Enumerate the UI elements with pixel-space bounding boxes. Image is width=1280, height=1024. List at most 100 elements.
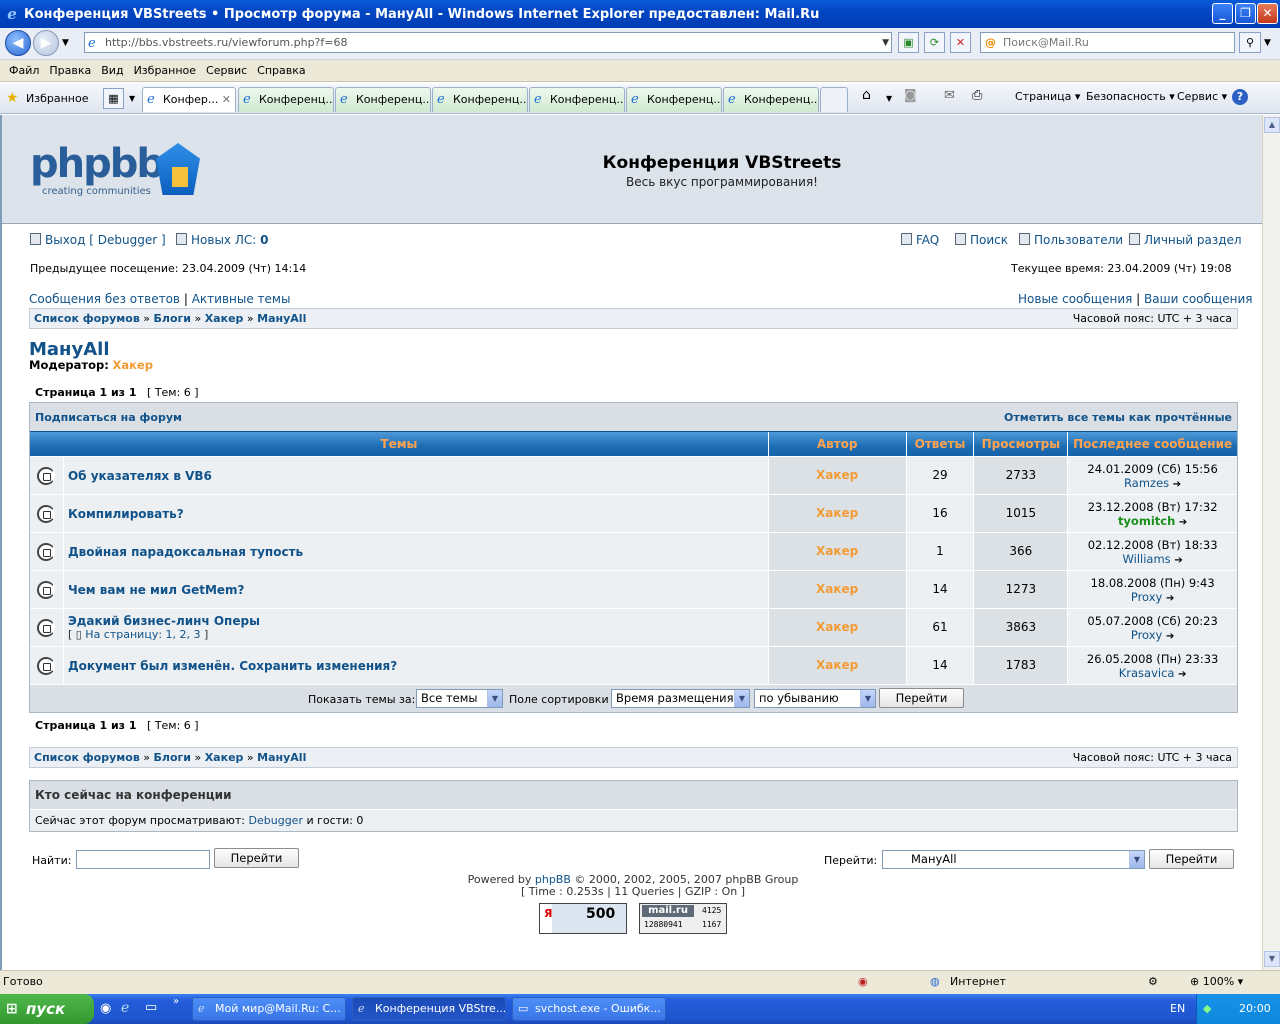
tools-menu[interactable]: Сервис ▾ — [1177, 90, 1227, 103]
last-post-user[interactable]: Williams — [1123, 552, 1171, 566]
topic-title-link[interactable]: Компилировать? — [68, 507, 768, 521]
your-posts-link[interactable]: Ваши сообщения — [1144, 292, 1252, 306]
mailru-counter[interactable]: mail.ru 4125 12880941 1167 — [639, 903, 727, 934]
last-post-user[interactable]: tyomitch — [1118, 514, 1175, 528]
task-forum[interactable]: e Конференция VBStre... — [352, 997, 506, 1021]
help-icon[interactable]: ? — [1232, 89, 1248, 105]
privacy-icon[interactable]: ◉ — [858, 971, 868, 993]
security-menu[interactable]: Безопасность ▾ — [1086, 90, 1175, 103]
history-dropdown-icon[interactable]: ▼ — [62, 38, 69, 48]
forum-title[interactable]: МануAll — [29, 339, 110, 360]
menu-edit[interactable]: Правка — [44, 64, 96, 77]
mark-read-link[interactable]: Отметить все темы как прочтённые — [1004, 411, 1232, 424]
refresh-icon[interactable]: ⟳ — [924, 32, 945, 53]
jump-select[interactable]: МануAll ▼ — [882, 850, 1145, 869]
sort-order-select[interactable]: по убыванию ▼ — [754, 689, 876, 708]
new-tab-button[interactable] — [820, 87, 848, 112]
tab-2[interactable]: e Конференц... — [238, 87, 334, 112]
topic-author[interactable]: Хакер — [768, 571, 907, 608]
menu-favorites[interactable]: Избранное — [129, 64, 201, 77]
pm-link[interactable]: Новых ЛС: 0 — [176, 233, 268, 247]
protected-mode-icon[interactable]: ⚙ — [1148, 971, 1158, 993]
sort-field-select[interactable]: Время размещения ▼ — [611, 689, 750, 708]
find-button[interactable]: Перейти — [214, 848, 299, 868]
menu-file[interactable]: Файл — [4, 64, 44, 77]
unanswered-link[interactable]: Сообщения без ответов — [29, 292, 180, 306]
topic-title-link[interactable]: Двойная парадоксальная тупость — [68, 545, 768, 559]
online-user[interactable]: Debugger — [249, 814, 303, 827]
tray-network-icon[interactable]: ◆ — [1203, 994, 1211, 1024]
language-indicator[interactable]: EN — [1170, 1002, 1185, 1015]
search-link[interactable]: Поиск — [955, 233, 1008, 247]
crumb-forum[interactable]: МануAll — [257, 751, 306, 764]
tab-3[interactable]: e Конференц... — [335, 87, 431, 112]
search-options-icon[interactable]: ▼ — [1264, 38, 1271, 48]
tab-4[interactable]: e Конференц... — [432, 87, 528, 112]
print-icon[interactable]: ⎙ — [972, 88, 982, 103]
forward-button[interactable]: ▶ — [33, 30, 59, 56]
tab-5[interactable]: e Конференц... — [529, 87, 625, 112]
page-menu[interactable]: Страница ▾ — [1015, 90, 1080, 103]
topic-title-link[interactable]: Документ был изменён. Сохранить изменени… — [68, 659, 768, 673]
logout-link[interactable]: Выход [ Debugger ] — [30, 233, 166, 247]
scroll-down-icon[interactable]: ▼ — [1264, 951, 1280, 967]
tab-6[interactable]: e Конференц... — [626, 87, 722, 112]
zoom-level[interactable]: ⊕ 100% ▾ — [1190, 971, 1243, 993]
address-dropdown-icon[interactable]: ▼ — [882, 34, 889, 53]
scroll-up-icon[interactable]: ▲ — [1264, 117, 1280, 133]
profile-link[interactable]: Личный раздел — [1129, 233, 1242, 247]
compat-view-icon[interactable]: ▣ — [898, 32, 919, 53]
home-dropdown-icon[interactable]: ▼ — [886, 94, 892, 103]
tab-list-icon[interactable]: ▼ — [129, 94, 135, 103]
address-bar[interactable]: e http://bbs.vbstreets.ru/viewforum.php?… — [84, 32, 892, 53]
goto-last-post-icon[interactable]: ➔ — [1173, 479, 1181, 490]
close-button[interactable]: ✕ — [1257, 3, 1278, 24]
stop-icon[interactable]: ✕ — [950, 32, 971, 53]
moderator-name[interactable]: Хакер — [112, 358, 152, 372]
quicklaunch-desktop-icon[interactable]: ▭ — [145, 1000, 157, 1015]
phpbb-logo[interactable]: phpbb creating communities — [30, 137, 210, 209]
goto-last-post-icon[interactable]: ➔ — [1166, 631, 1174, 642]
task-svchost[interactable]: ▭ svchost.exe - Ошибк... — [512, 997, 666, 1021]
yandex-counter[interactable]: Я 500 — [539, 903, 627, 934]
quicklaunch-more-icon[interactable]: » — [173, 996, 179, 1007]
back-button[interactable]: ◀ — [5, 30, 31, 56]
clock[interactable]: 20:00 — [1239, 994, 1271, 1024]
last-post-user[interactable]: Proxy — [1131, 590, 1163, 604]
topic-author[interactable]: Хакер — [768, 495, 907, 532]
task-mailru[interactable]: e Мой мир@Mail.Ru: С... — [192, 997, 346, 1021]
favorites-star-icon[interactable]: ★ — [6, 90, 19, 106]
tab-7[interactable]: e Конференц... — [723, 87, 819, 112]
goto-last-post-icon[interactable]: ➔ — [1179, 517, 1187, 528]
minimize-button[interactable]: _ — [1212, 3, 1233, 24]
new-posts-link[interactable]: Новые сообщения — [1018, 292, 1132, 306]
topic-author[interactable]: Хакер — [768, 533, 907, 570]
crumb-hacker[interactable]: Хакер — [205, 312, 244, 325]
goto-last-post-icon[interactable]: ➔ — [1166, 593, 1174, 604]
start-button[interactable]: ⊞ пуск — [0, 994, 94, 1024]
tab-1[interactable]: e Конфер... ✕ — [142, 87, 236, 112]
menu-help[interactable]: Справка — [252, 64, 310, 77]
members-link[interactable]: Пользователи — [1019, 233, 1123, 247]
last-post-user[interactable]: Krasavica — [1119, 666, 1175, 680]
vertical-scrollbar[interactable]: ▲ ▼ — [1262, 115, 1280, 970]
faq-link[interactable]: FAQ — [901, 233, 939, 247]
subscribe-link[interactable]: Подписаться на форум — [35, 411, 182, 424]
topic-author[interactable]: Хакер — [768, 647, 907, 684]
show-topics-select[interactable]: Все темы ▼ — [416, 689, 503, 708]
apply-filter-button[interactable]: Перейти — [879, 688, 964, 708]
topic-title-link[interactable]: Об указателях в VB6 — [68, 469, 768, 483]
feeds-icon[interactable]: ◙ — [904, 88, 917, 103]
tab-close-icon[interactable]: ✕ — [222, 88, 231, 111]
last-post-user[interactable]: Proxy — [1131, 628, 1163, 642]
favorites-button[interactable]: Избранное — [26, 92, 88, 105]
topic-author[interactable]: Хакер — [768, 457, 907, 494]
quick-tabs-icon[interactable]: ▦ — [103, 88, 124, 109]
quicklaunch-ie-icon[interactable]: e — [121, 1000, 129, 1016]
find-input[interactable] — [76, 850, 210, 869]
search-input[interactable]: @ Поиск@Mail.Ru — [980, 32, 1235, 53]
quicklaunch-media-icon[interactable]: ◉ — [100, 1001, 111, 1016]
crumb-blogs[interactable]: Блоги — [154, 312, 191, 325]
crumb-forum[interactable]: МануAll — [257, 312, 306, 325]
topic-title-link[interactable]: Эдакий бизнес-линч Оперы — [68, 614, 768, 628]
